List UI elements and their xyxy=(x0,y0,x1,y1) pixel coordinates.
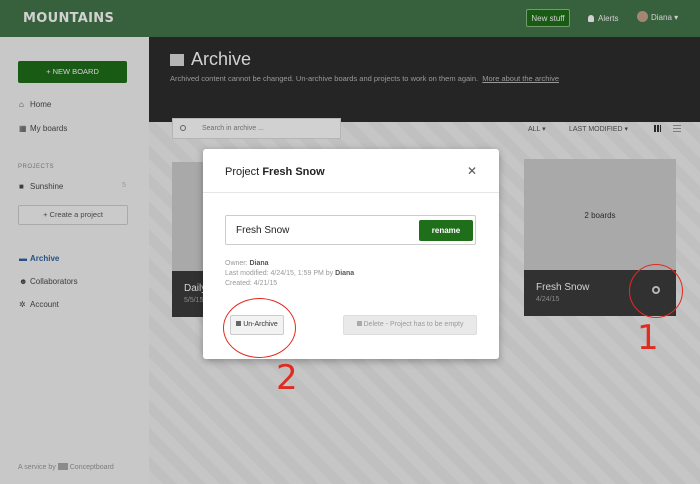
page-subtitle: Archived content cannot be changed. Un-a… xyxy=(170,74,559,83)
dialog-title-name: Fresh Snow xyxy=(262,166,325,178)
list-view-icon[interactable] xyxy=(673,125,681,132)
project-count: 5 xyxy=(122,182,126,189)
sidebar: + NEW BOARD ⌂ Home ▦ My boards PROJECTS ■ S… xyxy=(0,37,149,484)
search-placeholder: Search in archive ... xyxy=(202,125,264,132)
new-board-button[interactable]: + NEW BOARD xyxy=(18,61,127,83)
create-project-button[interactable]: + Create a project xyxy=(18,205,128,225)
page-title: Archive xyxy=(170,49,251,70)
top-bar: MOUNTAINS New stuff Alerts Diana ▾ xyxy=(0,0,700,37)
sort-dropdown[interactable]: LAST MODIFIED ▾ xyxy=(569,125,628,133)
annotation-number-1: 1 xyxy=(637,318,659,358)
sidebar-item-label: Sunshine xyxy=(30,182,64,191)
card-name: Fresh Snow xyxy=(536,282,590,293)
sidebar-item-label: Account xyxy=(30,300,59,309)
folder-icon: ■ xyxy=(19,182,24,191)
sidebar-item-archive[interactable]: ▬ Archive xyxy=(19,254,59,263)
archive-icon xyxy=(170,54,184,66)
sidebar-item-label: Archive xyxy=(30,254,60,263)
chevron-down-icon: ▾ xyxy=(674,13,679,22)
sidebar-item-label: My boards xyxy=(30,124,68,133)
conceptboard-logo-icon xyxy=(57,463,68,470)
close-icon[interactable]: ✕ xyxy=(467,164,477,178)
dialog-title-prefix: Project xyxy=(225,166,260,178)
modified-by: Diana xyxy=(335,270,355,277)
search-icon xyxy=(180,125,186,131)
sidebar-item-sunshine[interactable]: ■ Sunshine xyxy=(19,182,63,191)
people-icon: ☻ xyxy=(19,277,28,286)
sidebar-item-my-boards[interactable]: ▦ My boards xyxy=(19,124,67,133)
app-logo[interactable]: MOUNTAINS xyxy=(23,11,114,26)
divider xyxy=(203,192,499,193)
footer-brand[interactable]: Conceptboard xyxy=(70,464,114,471)
owner-name: Diana xyxy=(249,260,269,267)
filter-dropdown[interactable]: ALL ▾ xyxy=(528,125,546,133)
sidebar-item-account[interactable]: ✲ Account xyxy=(19,300,59,309)
dialog-title: Project Fresh Snow xyxy=(225,166,325,178)
more-about-archive-link[interactable]: More about the archive xyxy=(482,74,559,83)
modified-info: Last modified: 4/24/15, 1:59 PM by Diana xyxy=(225,270,354,277)
delete-label: Delete - Project has to be empty xyxy=(363,321,464,328)
page-header: Archive Archived content cannot be chang… xyxy=(149,37,700,122)
footer-prefix: A service by xyxy=(18,464,56,471)
sidebar-item-home[interactable]: ⌂ Home xyxy=(19,100,51,109)
board-count: 2 boards xyxy=(584,211,616,220)
gear-icon: ✲ xyxy=(19,300,26,309)
page-title-text: Archive xyxy=(191,49,252,69)
archive-icon: ▬ xyxy=(19,254,27,263)
service-footer: A service by Conceptboard xyxy=(18,463,114,471)
modified-label: Last modified: 4/24/15, 1:59 PM by xyxy=(225,270,334,277)
home-icon: ⌂ xyxy=(19,100,24,109)
annotation-circle-gear xyxy=(629,264,683,318)
search-input[interactable]: Search in archive ... xyxy=(172,118,341,139)
grid-icon: ▦ xyxy=(19,124,27,133)
created-info: Created: 4/21/15 xyxy=(225,280,278,287)
annotation-circle-unarchive xyxy=(223,298,296,358)
grid-view-icon[interactable] xyxy=(654,125,661,132)
user-menu[interactable]: Diana ▾ xyxy=(637,11,678,22)
user-name: Diana xyxy=(651,13,672,22)
card-date: 4/24/15 xyxy=(536,296,560,303)
new-stuff-button[interactable]: New stuff xyxy=(526,9,570,27)
alerts-link[interactable]: Alerts xyxy=(588,14,618,23)
card-date: 5/5/15 xyxy=(184,297,204,304)
owner-label: Owner: xyxy=(225,260,248,267)
delete-button[interactable]: Delete - Project has to be empty xyxy=(343,315,477,335)
projects-heading: PROJECTS xyxy=(18,164,55,170)
subtitle-text: Archived content cannot be changed. Un-a… xyxy=(170,74,479,83)
sidebar-item-label: Collaborators xyxy=(30,277,78,286)
trash-icon xyxy=(356,321,362,326)
rename-button[interactable]: rename xyxy=(419,220,473,241)
sidebar-item-label: Home xyxy=(30,100,52,109)
owner-info: Owner: Diana xyxy=(225,260,269,267)
bell-icon xyxy=(588,15,594,22)
alerts-label: Alerts xyxy=(598,14,619,23)
avatar xyxy=(637,11,648,22)
sidebar-item-collaborators[interactable]: ☻ Collaborators xyxy=(19,277,78,286)
annotation-number-2: 2 xyxy=(276,358,298,398)
